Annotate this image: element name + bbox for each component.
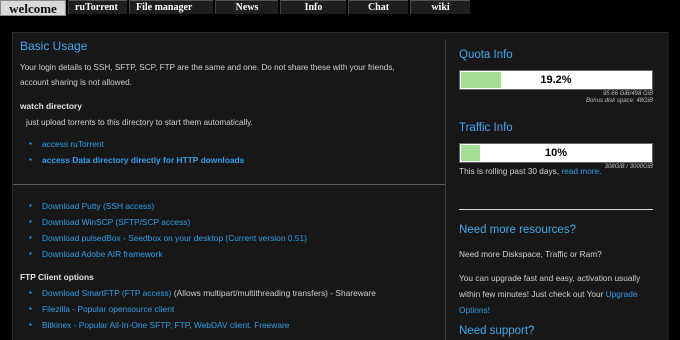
resources-title: Need more resources?: [459, 224, 576, 236]
traffic-info-title: Traffic Info: [459, 122, 513, 134]
smartftp-item: Download SmartFTP (FTP access) (Allows m…: [29, 288, 376, 298]
main-panel: Basic Usage Your login details to SSH, S…: [12, 32, 669, 340]
tab-welcome[interactable]: welcome: [0, 0, 66, 16]
quota-meter: 19.2%: [459, 70, 653, 90]
right-divider: [459, 209, 653, 210]
section-divider: [13, 184, 445, 185]
top-nav: welcome ruTorrent File manager News Info…: [0, 0, 680, 16]
left-column: Basic Usage Your login details to SSH, S…: [13, 33, 445, 340]
intro-line-1: Your login details to SSH, SFTP, SCP, FT…: [20, 63, 395, 72]
tab-chat[interactable]: Chat: [348, 0, 408, 14]
tab-rutorrent[interactable]: ruTorrent: [68, 0, 127, 14]
quota-used: 95.66 GiB/498 GiB: [602, 91, 653, 97]
watch-directory-text: just upload torrents to this directory t…: [26, 118, 253, 127]
quota-info-title: Quota Info: [459, 49, 513, 61]
watch-directory-heading: watch directory: [20, 101, 82, 111]
tab-wiki[interactable]: wiki: [410, 0, 470, 14]
tab-news[interactable]: News: [215, 0, 278, 14]
bitkinex-link[interactable]: Bitkinex - Popular All-In-One SFTP, FTP,…: [29, 320, 289, 330]
column-divider: [445, 39, 446, 340]
download-adobe-air-link[interactable]: Download Adobe AIR framework: [29, 249, 163, 259]
resources-text-2: You can upgrade fast and easy, activatio…: [459, 270, 659, 318]
ftp-client-options-heading: FTP Client options: [20, 272, 94, 282]
download-smartftp-link[interactable]: Download SmartFTP (FTP access): [42, 288, 172, 298]
basic-usage-title: Basic Usage: [20, 39, 88, 53]
resources-text-1: Need more Diskspace, Traffic or Ram?: [459, 249, 602, 259]
download-pulsedbox-link[interactable]: Download pulsedBox - Seedbox on your des…: [29, 233, 307, 243]
access-data-directory-link[interactable]: access Data directory directly for HTTP …: [29, 155, 244, 165]
right-column: Quota Info 19.2% 95.66 GiB/498 GiB Bonus…: [459, 33, 665, 340]
quota-bonus: Bonus disk space: 48GiB: [585, 98, 653, 104]
smartftp-description: (Allows multipart/multithreading transfe…: [171, 288, 376, 298]
tab-info[interactable]: Info: [280, 0, 346, 14]
download-putty-link[interactable]: Download Putty (SSH access): [29, 201, 154, 211]
intro-line-2: account sharing is not allowed.: [20, 78, 132, 87]
quota-percent: 19.2%: [540, 74, 572, 86]
support-title: Need support?: [459, 325, 535, 337]
traffic-note-text: This is rolling past 30 days,: [459, 166, 562, 176]
traffic-meter: 10%: [459, 143, 653, 163]
download-winscp-link[interactable]: Download WinSCP (SFTP/SCP access): [29, 217, 190, 227]
traffic-read-more-link[interactable]: read more.: [561, 166, 601, 176]
filezilla-link[interactable]: Filezilla - Popular opensource client: [29, 304, 174, 314]
traffic-note: This is rolling past 30 days, read more.: [459, 163, 659, 179]
tab-file-manager[interactable]: File manager: [129, 0, 213, 14]
traffic-percent: 10%: [544, 147, 568, 159]
access-rutorrent-link[interactable]: access ruTorrent: [29, 139, 104, 149]
